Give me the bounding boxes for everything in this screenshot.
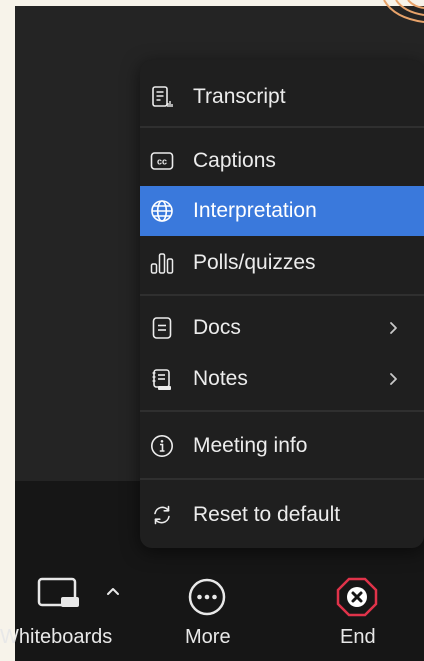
whiteboard-icon — [35, 577, 85, 611]
menu-item-reset-to-default[interactable]: Reset to default — [140, 492, 424, 538]
menu-item-notes[interactable]: Notes — [140, 356, 424, 402]
menu-item-label: Polls/quizzes — [193, 251, 316, 274]
polls-icon — [150, 251, 174, 275]
reset-icon — [150, 503, 174, 527]
menu-item-captions[interactable]: cc Captions — [140, 138, 424, 184]
end-icon — [336, 576, 378, 618]
menu-item-label: Transcript — [193, 85, 286, 108]
menu-item-label: Reset to default — [193, 503, 341, 526]
chevron-right-icon — [389, 372, 399, 386]
whiteboards-label[interactable]: Whiteboards — [0, 626, 112, 649]
background-strip-left — [0, 0, 15, 661]
menu-item-label: Interpretation — [193, 199, 317, 222]
notes-icon — [150, 367, 174, 391]
more-icon — [187, 577, 227, 617]
docs-icon — [150, 316, 174, 340]
menu-item-label: Docs — [193, 316, 241, 339]
menu-item-label: Notes — [193, 367, 248, 390]
menu-item-docs[interactable]: Docs — [140, 305, 424, 351]
menu-item-label: Captions — [193, 149, 276, 172]
captions-icon-text: cc — [157, 157, 167, 167]
menu-item-label: Meeting info — [193, 434, 308, 457]
menu-item-transcript[interactable]: Transcript — [140, 74, 424, 120]
transcript-icon — [150, 85, 174, 109]
menu-divider — [140, 410, 424, 412]
meeting-window: Whiteboards More End Transcript cc Capti… — [0, 0, 424, 661]
globe-icon — [150, 199, 174, 223]
menu-divider — [140, 126, 424, 128]
info-icon — [150, 434, 174, 458]
chevron-right-icon — [389, 321, 399, 335]
captions-icon: cc — [150, 149, 174, 173]
menu-divider — [140, 478, 424, 480]
menu-item-meeting-info[interactable]: Meeting info — [140, 423, 424, 469]
whiteboards-button[interactable] — [35, 577, 85, 611]
end-label[interactable]: End — [340, 626, 376, 649]
more-menu: Transcript cc Captions Interpretation Po… — [140, 60, 424, 548]
background-strip-top — [0, 0, 424, 6]
end-button[interactable] — [336, 576, 378, 618]
menu-item-interpretation[interactable]: Interpretation — [140, 186, 424, 236]
more-button[interactable] — [187, 577, 227, 617]
whiteboards-options-chevron[interactable] — [106, 584, 120, 598]
menu-divider — [140, 294, 424, 296]
more-label[interactable]: More — [185, 626, 231, 649]
chevron-up-icon — [106, 584, 120, 598]
menu-item-polls-quizzes[interactable]: Polls/quizzes — [140, 240, 424, 286]
